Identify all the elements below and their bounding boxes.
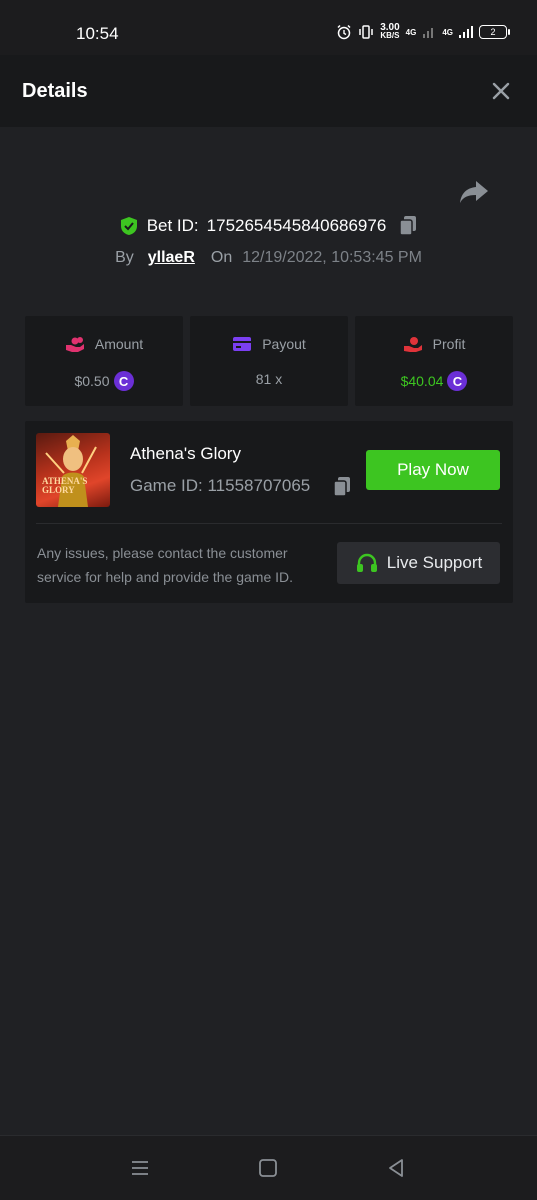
stat-amount-label: Amount: [94, 336, 144, 352]
signal-icon-2: [459, 26, 473, 38]
status-time: 10:54: [76, 24, 119, 43]
back-icon[interactable]: [384, 1156, 408, 1180]
divider: [36, 523, 502, 524]
bet-author-row: By yllaeR On 12/19/2022, 10:53:45 PM: [0, 249, 537, 267]
username-link[interactable]: yllaeR: [148, 249, 195, 267]
card-icon: [233, 337, 252, 351]
headset-icon: [356, 553, 377, 572]
live-support-label: Live Support: [386, 553, 483, 572]
verified-shield-icon: [120, 217, 137, 235]
stat-profit-head: Profit: [355, 336, 513, 352]
live-support-button[interactable]: Live Support: [337, 542, 500, 584]
bet-id-row: Bet ID: 1752654545840686976: [0, 215, 537, 237]
share-icon[interactable]: [458, 178, 490, 206]
stat-profit-label: Profit: [432, 336, 466, 352]
system-nav-bar: [0, 1135, 537, 1200]
play-now-button[interactable]: Play Now: [366, 450, 500, 490]
battery-icon: 2: [479, 25, 510, 39]
vibrate-icon: [359, 25, 373, 39]
game-id: Game ID: 11558707065: [130, 476, 310, 496]
network-type-1: 4G: [405, 27, 417, 37]
page-title: Details: [22, 80, 88, 102]
home-icon[interactable]: [256, 1156, 280, 1180]
support-notice: Any issues, please contact the customer …: [37, 545, 294, 585]
alarm-icon: [337, 24, 351, 40]
stat-profit-value: $40.04: [400, 373, 444, 389]
athena-figure-image: [45, 435, 97, 507]
stat-amount-value-row: $0.50 C: [25, 371, 183, 391]
on-label: On: [210, 249, 233, 266]
stat-profit: Profit $40.04 C: [355, 316, 513, 406]
coin-icon: C: [447, 371, 468, 391]
battery-level: 2: [490, 27, 496, 37]
menu-icon[interactable]: [128, 1156, 152, 1180]
stat-payout-value-row: 81 x: [190, 371, 348, 387]
hand-money-icon: [403, 337, 422, 352]
stat-amount: Amount $0.50 C: [25, 316, 183, 406]
details-header: Details: [0, 55, 537, 127]
by-label: By: [115, 249, 134, 266]
game-id-label: Game ID:: [130, 476, 203, 495]
stat-payout-value: 81 x: [255, 371, 283, 387]
stat-payout-head: Payout: [190, 336, 348, 352]
network-type-2: 4G: [442, 27, 453, 37]
hand-coins-icon: [65, 337, 84, 352]
stat-amount-value: $0.50: [74, 373, 110, 389]
bet-id-value: 1752654545840686976: [206, 216, 387, 235]
game-id-value: 11558707065: [207, 476, 311, 495]
bet-datetime: 12/19/2022, 10:53:45 PM: [242, 249, 422, 266]
stat-payout-label: Payout: [262, 336, 306, 352]
speed-unit: KB/S: [380, 31, 400, 40]
coin-icon: C: [113, 371, 134, 391]
close-icon[interactable]: [489, 79, 513, 103]
stat-payout: Payout 81 x: [190, 316, 348, 406]
bet-id-label: Bet ID:: [146, 216, 199, 235]
network-speed: 3.00 KB/S: [380, 23, 400, 40]
game-thumbnail-title: ATHENA'S GLORY: [42, 476, 88, 495]
copy-icon[interactable]: [398, 215, 418, 237]
stat-profit-value-row: $40.04 C: [355, 371, 513, 391]
game-thumbnail[interactable]: ATHENA'S GLORY: [36, 433, 110, 507]
copy-game-id-icon[interactable]: [332, 476, 352, 498]
signal-icon: [423, 28, 434, 38]
bet-stats: Amount $0.50 C Payout 81 x Profit $40.04…: [25, 316, 513, 406]
status-bar: 10:54 3.00 KB/S 4G 4G 2: [0, 0, 537, 55]
game-card: ATHENA'S GLORY Athena's Glory Game ID: 1…: [25, 421, 513, 603]
status-icons: 3.00 KB/S 4G 4G 2: [336, 23, 510, 40]
game-name: Athena's Glory: [130, 444, 241, 463]
stat-amount-head: Amount: [25, 336, 183, 352]
